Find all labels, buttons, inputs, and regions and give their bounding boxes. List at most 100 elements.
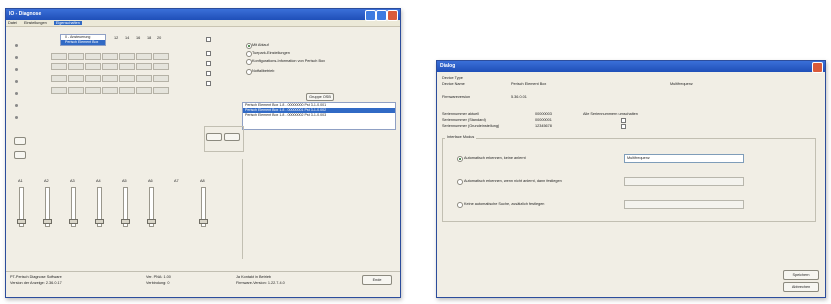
option-label-3: Konfigurations-Information von Perisch B… — [252, 59, 326, 63]
status-right-1: Ja Kontakt in Betrieb — [236, 275, 272, 279]
properties-dropdown: 0 - Ansteuerung Perisch Element Box — [60, 34, 106, 46]
left-button[interactable] — [14, 151, 26, 159]
slot[interactable] — [85, 53, 101, 60]
channel-slider-thumb[interactable] — [121, 219, 130, 224]
slot[interactable] — [102, 53, 118, 60]
menu-bar: Datei Einstellungen Eigenschaften — [6, 20, 400, 27]
device-name-value: Perisch Element Box — [511, 82, 547, 86]
device-list[interactable]: Perisch Element Box 1.8 - 00000000 Pst 3… — [242, 102, 396, 130]
mid-group — [204, 126, 244, 152]
slot[interactable] — [119, 63, 135, 70]
slot[interactable] — [51, 63, 67, 70]
radio-auto-then-set[interactable] — [457, 179, 463, 185]
channel-label-3: A3 — [70, 179, 75, 183]
slot[interactable] — [102, 63, 118, 70]
end-button[interactable]: Ende — [362, 275, 392, 285]
status-left-2: Version der Anzeige: 2.36.0.17 — [10, 281, 62, 285]
mode-select-1[interactable] — [624, 177, 744, 186]
option-label-1: Mit Ablauf — [252, 43, 269, 47]
channel-slider-thumb[interactable] — [199, 219, 208, 224]
slot[interactable] — [85, 75, 101, 82]
status-left-1: PT-Perisch Diagnose Software — [10, 275, 62, 279]
maximize-button[interactable] — [376, 10, 387, 21]
slot[interactable] — [136, 87, 152, 94]
dialog-title: Dialog — [440, 63, 456, 69]
channel-slider-thumb[interactable] — [17, 219, 26, 224]
radio-label-1: Automatisch erkennen, keine anlernt — [464, 156, 526, 160]
slot[interactable] — [136, 63, 152, 70]
list-header-button[interactable]: Gruppe OSB — [306, 93, 334, 101]
option-checkbox[interactable] — [206, 51, 211, 56]
channel-slider-thumb[interactable] — [95, 219, 104, 224]
radio-manual[interactable] — [457, 202, 463, 208]
firmware-label: Firmwareversion — [442, 95, 471, 99]
slot[interactable] — [85, 87, 101, 94]
channel-label-8: A8 — [200, 179, 205, 183]
slot[interactable] — [119, 75, 135, 82]
dialog-close-button[interactable] — [812, 62, 823, 73]
slot[interactable] — [153, 87, 169, 94]
channel-label-7: A7 — [174, 179, 179, 183]
mode-text-input[interactable]: Multifrequenz — [624, 154, 744, 163]
slot[interactable] — [102, 75, 118, 82]
slot[interactable] — [51, 75, 67, 82]
top-number-2: 14 — [125, 36, 130, 40]
radio-label-3: Keine automatische Suche, zusätzlich fes… — [464, 202, 545, 206]
status-led — [15, 116, 18, 119]
slot[interactable] — [102, 87, 118, 94]
slot[interactable] — [136, 75, 152, 82]
switch-all-checkbox-2[interactable] — [621, 124, 626, 129]
radio-auto-no-learn[interactable] — [457, 156, 463, 162]
close-window-button[interactable] — [387, 10, 398, 21]
channel-slider-thumb[interactable] — [69, 219, 78, 224]
menu-settings[interactable]: Einstellungen — [24, 21, 47, 25]
option-checkbox[interactable] — [206, 71, 211, 76]
slot[interactable] — [153, 53, 169, 60]
slot[interactable] — [68, 63, 84, 70]
firmware-value: 5.36.0.01 — [511, 95, 527, 99]
slot[interactable] — [51, 53, 67, 60]
serial-value-1: 00000003 — [535, 112, 552, 116]
channel-label-6: A6 — [148, 179, 153, 183]
mode-select-2[interactable] — [624, 200, 744, 209]
channel-slider-thumb[interactable] — [43, 219, 52, 224]
slot[interactable] — [68, 87, 84, 94]
option-checkbox[interactable] — [206, 61, 211, 66]
option-label-4: Notfallbetrieb — [252, 69, 275, 73]
slot[interactable] — [68, 53, 84, 60]
menu-properties[interactable]: Eigenschaften — [53, 21, 82, 25]
save-button[interactable]: Speichern — [783, 270, 819, 280]
slot[interactable] — [68, 75, 84, 82]
status-led — [15, 80, 18, 83]
status-right-2: Firmware-Version: 1.22.7.4.0 — [236, 281, 285, 285]
top-number-3: 16 — [136, 36, 141, 40]
cancel-button[interactable]: Abbrechen — [783, 282, 819, 292]
slot[interactable] — [85, 63, 101, 70]
channel-slider-thumb[interactable] — [147, 219, 156, 224]
dropdown-item-box[interactable]: Perisch Element Box — [61, 40, 105, 45]
window-title: IO - Diagnose — [9, 11, 42, 17]
list-item[interactable]: Perisch Element Box 1.8 - 00000002 Pst 3… — [243, 113, 395, 118]
left-button[interactable] — [14, 137, 26, 145]
switch-all-checkbox[interactable] — [621, 118, 626, 123]
option-checkbox[interactable] — [206, 37, 211, 42]
serial-label-2: Seriennummer (Standard) — [442, 118, 486, 122]
channel-label-1: A1 — [18, 179, 23, 183]
top-number-1: 12 — [114, 36, 119, 40]
status-led — [15, 104, 18, 107]
slot[interactable] — [153, 63, 169, 70]
option-checkbox[interactable] — [206, 81, 211, 86]
minimize-button[interactable] — [365, 10, 376, 21]
slot[interactable] — [119, 53, 135, 60]
slot[interactable] — [51, 87, 67, 94]
top-number-5: 20 — [157, 36, 162, 40]
slot[interactable] — [153, 75, 169, 82]
diagnose-title-bar: IO - Diagnose — [6, 9, 400, 21]
slot[interactable] — [136, 53, 152, 60]
status-led — [15, 56, 18, 59]
slot[interactable] — [119, 87, 135, 94]
menu-file[interactable]: Datei — [8, 21, 17, 25]
mode-text-value: Multifrequenz — [627, 156, 650, 160]
channel-label-4: A4 — [96, 179, 101, 183]
diagnose-window: IO - Diagnose Datei Einstellungen Eigens… — [5, 8, 401, 298]
